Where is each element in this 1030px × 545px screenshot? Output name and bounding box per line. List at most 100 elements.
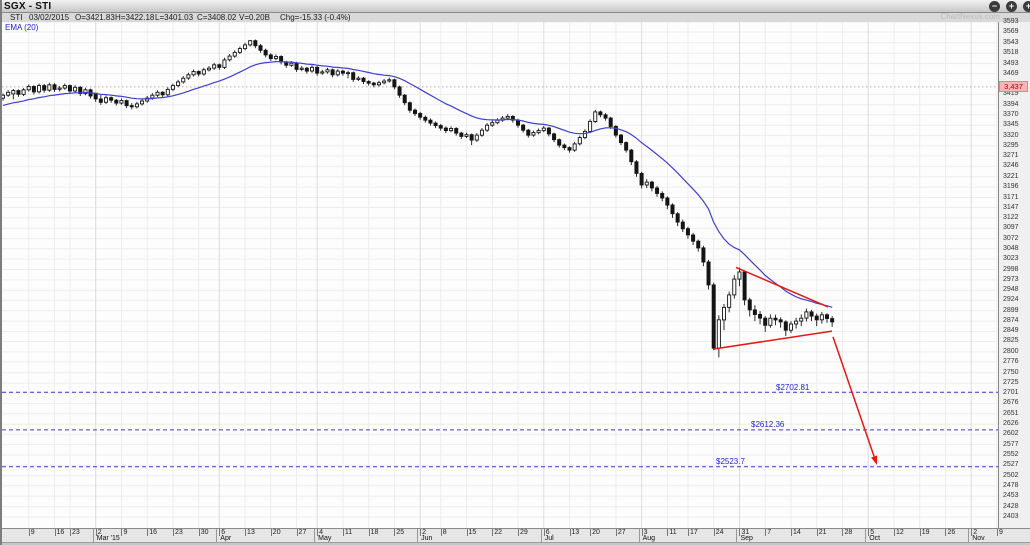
candle [424, 117, 427, 120]
support-level-label: $2612.36 [751, 420, 784, 429]
zoom-out-button[interactable]: − [989, 1, 1000, 12]
x-axis-tick [616, 529, 617, 536]
candle [645, 182, 648, 185]
y-axis-label: 2874 [1003, 317, 1019, 325]
date-axis[interactable]: 91623Mar '1529162330Apr6132027May4111825… [0, 528, 1030, 542]
x-axis-tick [570, 529, 571, 536]
candle [161, 92, 164, 95]
x-axis-tick [667, 529, 668, 536]
candle [578, 138, 581, 144]
volume-label: V=0.20B [239, 13, 270, 22]
x-axis-tick [29, 529, 30, 536]
x-axis-day-label: 2 [98, 529, 102, 536]
candle [22, 90, 25, 95]
x-axis-day-label: 9 [31, 529, 35, 536]
candle [753, 310, 756, 315]
candle [506, 116, 509, 118]
candle [774, 318, 777, 320]
y-axis-label: 3543 [1003, 39, 1019, 47]
candle [681, 222, 684, 229]
x-axis-tick [714, 529, 715, 536]
open-label: O=3421.83 [75, 13, 115, 22]
candle [388, 80, 391, 81]
candle [671, 205, 674, 214]
date-label: 03/02/2015 [29, 13, 69, 22]
candle [831, 319, 834, 322]
y-axis-label: 3569 [1003, 28, 1019, 36]
x-axis-day-label: 21 [819, 529, 827, 536]
y-axis-label: 2478 [1003, 482, 1019, 490]
candle [367, 82, 370, 84]
candle [460, 133, 463, 136]
x-axis-tick [173, 529, 174, 536]
y-axis-label: 3271 [1003, 152, 1019, 160]
candle [321, 72, 324, 73]
candle [491, 123, 494, 126]
candle [666, 198, 669, 205]
y-axis-label: 2825 [1003, 337, 1019, 345]
y-axis-label: 3370 [1003, 111, 1019, 119]
x-axis-tick [590, 529, 591, 536]
y-axis-label: 3221 [1003, 173, 1019, 181]
y-axis-label: 2527 [1003, 461, 1019, 469]
candle [697, 241, 700, 248]
candle [17, 91, 20, 95]
x-axis-day-label: 18 [371, 529, 379, 536]
price-axis[interactable]: 3593356935433518349334693419339433703345… [998, 22, 1030, 528]
candle [347, 73, 350, 74]
candle [300, 68, 303, 69]
x-axis-day-label: 13 [247, 529, 255, 536]
x-axis-tick [997, 529, 998, 536]
symbol-label: STI [10, 13, 22, 22]
y-axis-label: 2577 [1003, 441, 1019, 449]
candle [707, 262, 710, 285]
ema-indicator-label: EMA (20) [5, 23, 38, 32]
candle [568, 148, 571, 151]
candle [310, 67, 313, 71]
candle [465, 135, 468, 137]
candle [656, 188, 659, 193]
x-axis-month-label: May [318, 535, 331, 542]
high-label: H=3422.18 [115, 13, 154, 22]
y-axis-label: 2403 [1003, 513, 1019, 521]
window-title: SGX - STI [4, 1, 51, 12]
candle [269, 55, 272, 59]
candle [120, 101, 123, 104]
candle [130, 106, 133, 107]
window-control-button[interactable]: + [1023, 1, 1030, 12]
title-bar[interactable]: SGX - STI − + + [0, 0, 1030, 13]
y-axis-label: 3518 [1003, 49, 1019, 57]
candle [712, 285, 715, 348]
chart-plot-area[interactable] [0, 0, 1030, 545]
month-separator [216, 529, 217, 542]
y-axis-label: 2651 [1003, 410, 1019, 418]
candle [192, 72, 195, 75]
x-axis-day-label: 2 [973, 529, 977, 536]
x-axis-tick [492, 529, 493, 536]
candle [429, 120, 432, 123]
candle [274, 57, 277, 59]
y-axis-label: 2948 [1003, 286, 1019, 294]
x-axis-day-label: 27 [618, 529, 626, 536]
y-axis-label: 2552 [1003, 451, 1019, 459]
candle [434, 123, 437, 126]
candle [207, 68, 210, 70]
candle [553, 134, 556, 140]
y-axis-label: 2626 [1003, 420, 1019, 428]
candle [413, 110, 416, 113]
zoom-in-button[interactable]: + [1006, 1, 1017, 12]
candle [63, 86, 66, 89]
x-axis-tick [467, 529, 468, 536]
candle [104, 98, 107, 103]
x-axis-tick [945, 529, 946, 536]
x-axis-day-label: 29 [520, 529, 528, 536]
x-axis-day-label: 24 [716, 529, 724, 536]
candle [470, 135, 473, 140]
y-axis-label: 3320 [1003, 132, 1019, 140]
candle [408, 103, 411, 111]
y-axis-label: 3147 [1003, 204, 1019, 212]
x-axis-month-label: Apr [220, 535, 231, 542]
candle [722, 307, 725, 320]
support-level-label: $2702.81 [776, 383, 809, 392]
candle [480, 130, 483, 135]
